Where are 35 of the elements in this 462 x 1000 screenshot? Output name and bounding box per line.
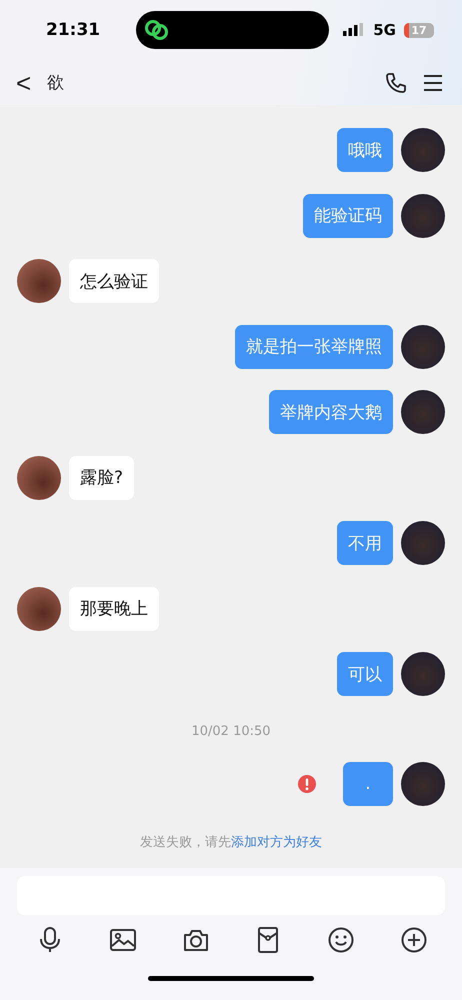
back-button[interactable]: < (14, 70, 34, 96)
message-bubble: 可以 (337, 652, 393, 696)
phone-icon[interactable] (384, 70, 408, 94)
plus-icon[interactable] (400, 926, 428, 954)
message-bubble: 能验证码 (303, 194, 393, 238)
network-type: 5G (373, 21, 396, 39)
avatar[interactable] (401, 521, 445, 565)
message-bubble: 露脸? (69, 456, 134, 500)
avatar[interactable] (401, 652, 445, 696)
send-failed-notice: 发送失败，请先添加对方为好友 (140, 834, 322, 850)
chat-title: 欲 (47, 72, 64, 94)
message-bubble: 不用 (337, 521, 393, 565)
avatar[interactable] (401, 194, 445, 238)
menu-icon[interactable] (422, 72, 444, 92)
avatar[interactable] (17, 259, 61, 303)
avatar[interactable] (17, 586, 61, 630)
signal-icon (343, 23, 366, 37)
message-bubble: . (343, 762, 393, 806)
emoji-icon[interactable] (327, 926, 356, 954)
status-time: 21:31 (46, 20, 100, 40)
image-icon[interactable] (108, 926, 137, 954)
message-bubble: 就是拍一张举牌照 (235, 324, 393, 368)
avatar[interactable] (401, 762, 445, 806)
linked-rings-icon (144, 19, 170, 41)
message-bubble: 举牌内容大鹅 (269, 390, 393, 434)
avatar[interactable] (401, 128, 445, 172)
message-bubble: 那要晚上 (69, 586, 159, 630)
error-icon[interactable] (297, 774, 317, 794)
avatar[interactable] (401, 324, 445, 368)
avatar[interactable] (401, 390, 445, 434)
avatar[interactable] (17, 456, 61, 500)
timestamp: 10/02 10:50 (190, 724, 272, 738)
battery-indicator: 17 (404, 22, 434, 38)
message-bubble: 哦哦 (337, 128, 393, 172)
message-bubble: 怎么验证 (69, 259, 159, 303)
